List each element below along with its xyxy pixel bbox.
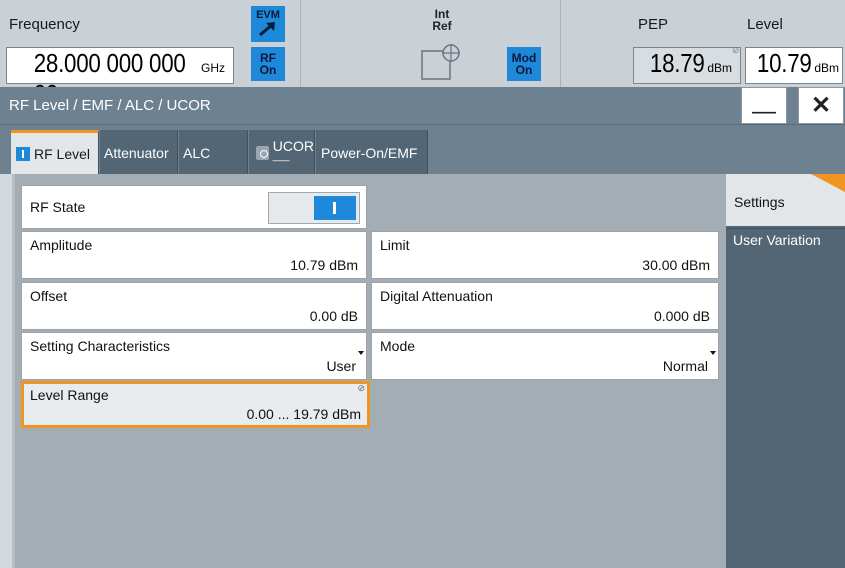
evm-arrow-icon xyxy=(259,22,275,37)
setting-characteristics-dropdown[interactable]: Setting Characteristics User xyxy=(21,332,367,380)
side-item-user-variation[interactable]: User Variation xyxy=(726,228,845,252)
tab-label: Attenuator xyxy=(104,144,169,161)
setting-characteristics-label: Setting Characteristics xyxy=(30,338,171,354)
minimize-icon: — xyxy=(752,97,776,125)
mod-on-line2: On xyxy=(515,63,533,77)
pep-unit: dBm xyxy=(707,61,732,75)
level-range-label: Level Range xyxy=(30,387,109,403)
level-unit: dBm xyxy=(814,61,839,75)
readonly-icon: ⊘ xyxy=(357,383,365,393)
mod-on-button[interactable]: Mod On xyxy=(507,47,541,81)
mode-value: Normal xyxy=(662,358,708,374)
amplitude-value: 10.79 dBm xyxy=(290,257,358,273)
ucor-off-icon xyxy=(256,145,269,160)
tab-label: ALC xyxy=(183,144,211,161)
rf-on-button[interactable]: RF On xyxy=(251,47,285,81)
status-bar: Frequency 28.000 000 000 00 GHz EVM RF O… xyxy=(0,0,845,109)
tab-bar: RF Level Attenuator ALC UCOR ___ Power-O… xyxy=(0,124,845,175)
amplitude-field[interactable]: Amplitude 10.79 dBm xyxy=(21,231,367,279)
limit-value: 30.00 dBm xyxy=(642,257,710,273)
offset-value: 0.00 dB xyxy=(309,308,358,324)
level-value: 10.79 xyxy=(756,48,812,78)
pep-field: 18.79 dBm xyxy=(633,47,741,84)
divider xyxy=(560,0,561,87)
frequency-unit: GHz xyxy=(201,61,225,75)
int-ref-indicator[interactable]: Int Ref xyxy=(426,8,458,32)
toggle-on-icon xyxy=(314,196,356,220)
tab-rf-level[interactable]: RF Level xyxy=(11,130,99,175)
level-field[interactable]: 10.79 dBm xyxy=(745,47,843,84)
tab-power-on-emf[interactable]: Power-On/EMF xyxy=(316,130,428,175)
pep-label: PEP xyxy=(638,16,669,33)
level-label: Level xyxy=(747,16,783,33)
digital-attenuation-value: 0.000 dB xyxy=(653,308,710,324)
evm-button[interactable]: EVM xyxy=(251,6,285,42)
limit-field[interactable]: Limit 30.00 dBm xyxy=(371,231,719,279)
tab-label: RF Level xyxy=(34,146,91,162)
rf-state-field[interactable]: RF State xyxy=(21,185,367,229)
left-edge xyxy=(0,174,12,568)
mode-label: Mode xyxy=(380,338,416,354)
reference-icon[interactable] xyxy=(421,43,463,81)
tab-label: Power-On/EMF xyxy=(321,144,418,161)
tab-alc[interactable]: ALC xyxy=(179,130,248,175)
rf-on-line2: On xyxy=(259,63,277,77)
rf-state-label: RF State xyxy=(30,199,86,215)
offset-field[interactable]: Offset 0.00 dB xyxy=(21,282,367,330)
dropdown-arrow-icon xyxy=(358,351,364,355)
minimize-button[interactable]: — xyxy=(741,87,787,125)
dialog-header: RF Level / EMF / ALC / UCOR — ✕ xyxy=(0,87,845,125)
evm-label: EVM xyxy=(256,9,280,21)
side-panel: Settings User Variation xyxy=(726,174,845,568)
rf-state-toggle[interactable] xyxy=(268,192,360,224)
close-icon: ✕ xyxy=(810,92,832,119)
dropdown-arrow-icon xyxy=(710,351,716,355)
pep-value: 18.79 xyxy=(649,48,705,78)
digital-attenuation-label: Digital Attenuation xyxy=(380,288,493,304)
rf-level-panel: RF State Amplitude 10.79 dBm Limit 30.00… xyxy=(12,174,726,568)
pep-readonly-icon: ⊘ xyxy=(732,45,740,55)
mode-dropdown[interactable]: Mode Normal xyxy=(371,332,719,380)
corner-accent-icon xyxy=(811,174,845,192)
dialog-title: RF Level / EMF / ALC / UCOR xyxy=(9,97,211,114)
frequency-field[interactable]: 28.000 000 000 00 GHz xyxy=(6,47,234,109)
amplitude-label: Amplitude xyxy=(30,237,93,253)
limit-label: Limit xyxy=(380,237,410,253)
frequency-label: Frequency xyxy=(9,16,80,33)
int-ref-line2: Ref xyxy=(432,19,452,33)
tab-sublabel: ___ xyxy=(272,151,290,162)
rf-level-on-icon xyxy=(16,147,30,161)
divider xyxy=(300,0,301,87)
settings-header[interactable]: Settings xyxy=(726,174,845,226)
close-button[interactable]: ✕ xyxy=(798,87,844,124)
tab-ucor[interactable]: UCOR ___ xyxy=(249,130,315,175)
level-range-field[interactable]: Level Range 0.00 ... 19.79 dBm ⊘ xyxy=(21,381,370,428)
tab-attenuator[interactable]: Attenuator xyxy=(100,130,178,175)
offset-label: Offset xyxy=(30,288,68,304)
setting-characteristics-value: User xyxy=(326,358,356,374)
level-range-value: 0.00 ... 19.79 dBm xyxy=(246,406,361,422)
digital-attenuation-field[interactable]: Digital Attenuation 0.000 dB xyxy=(371,282,719,330)
settings-label: Settings xyxy=(734,194,785,210)
